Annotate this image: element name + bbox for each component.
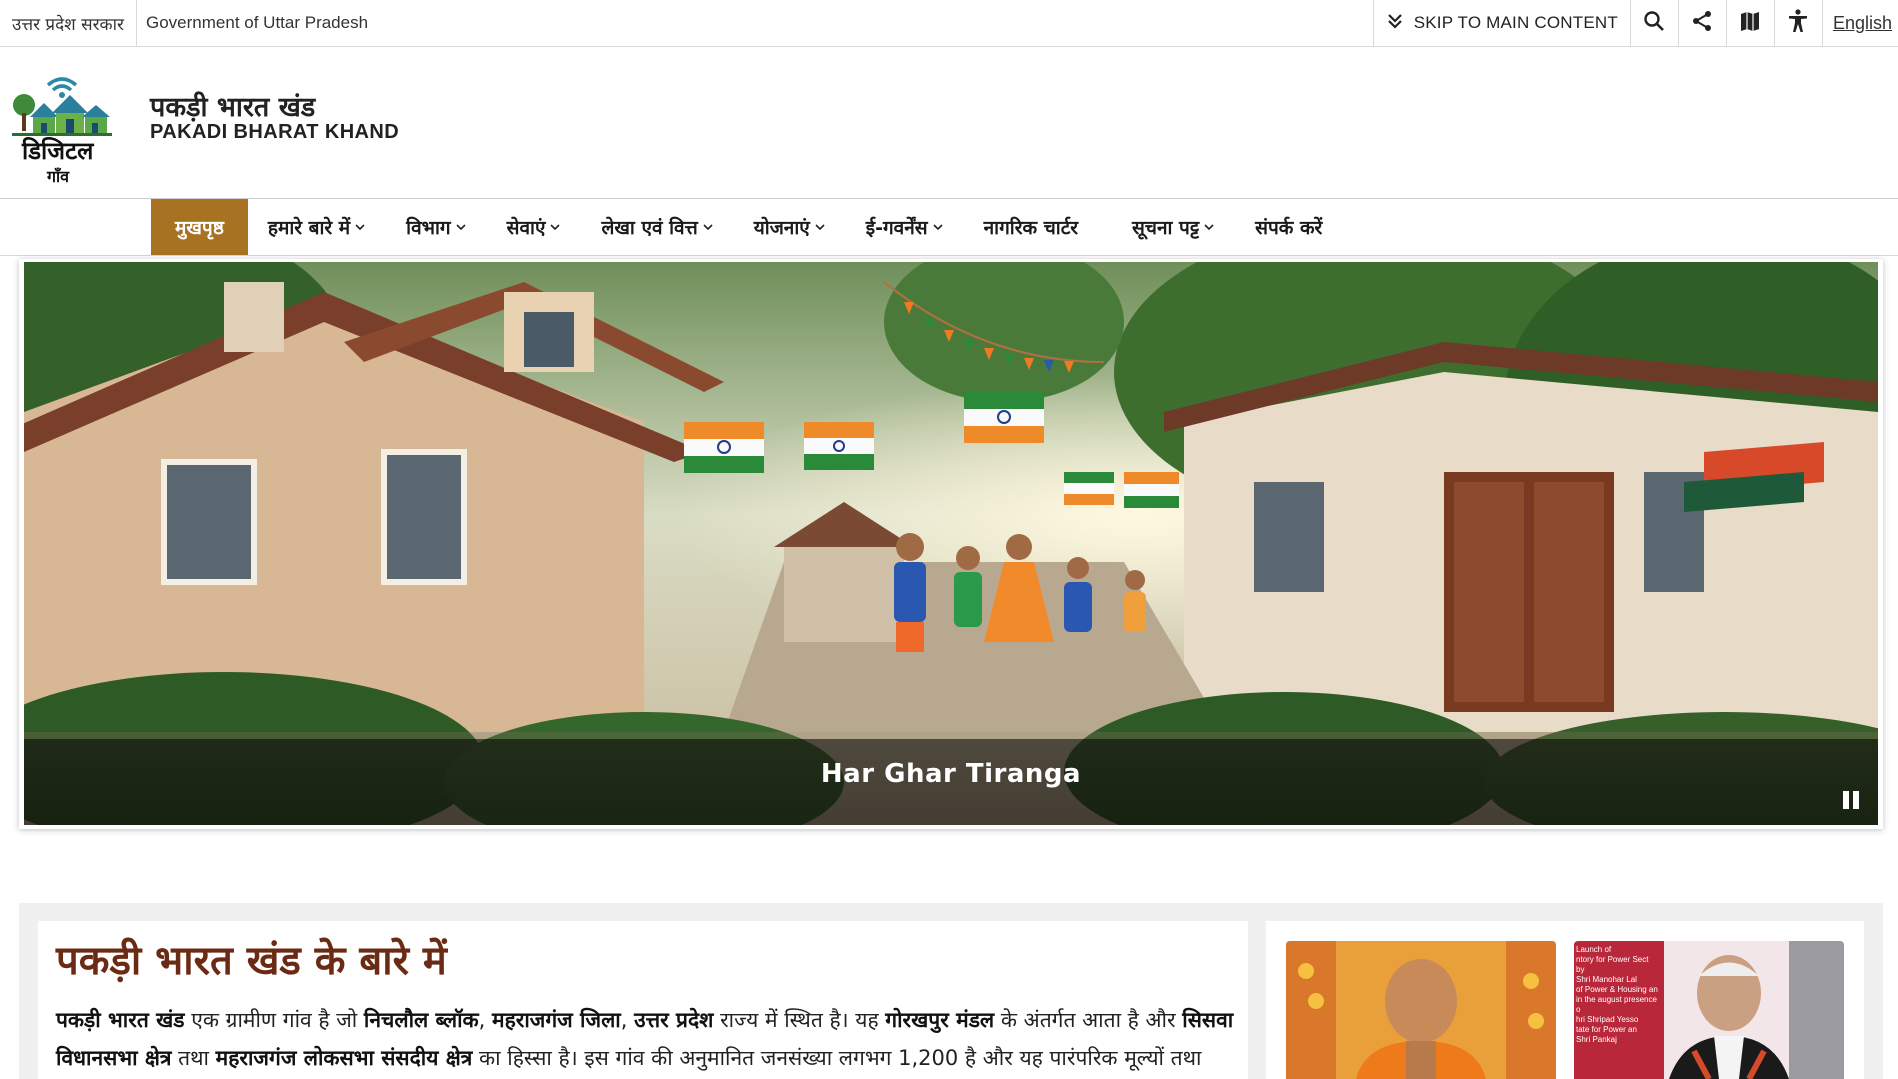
banner-text: Launch of ntory for Power Sect by Shri Mano… bbox=[1576, 945, 1662, 1045]
nav-item-1[interactable]: हमारे बारे में bbox=[248, 199, 386, 255]
nav-item-3[interactable]: सेवाएं bbox=[487, 199, 582, 255]
chevron-down-icon bbox=[1203, 221, 1215, 233]
district-name: महराजगंज जिला bbox=[492, 1008, 621, 1032]
search-icon bbox=[1643, 10, 1665, 36]
nav-item-label: हमारे बारे में bbox=[267, 217, 351, 239]
double-chevron-down-icon bbox=[1386, 12, 1404, 35]
sitemap-button[interactable] bbox=[1725, 0, 1774, 46]
hero-slide-image: Har Ghar Tiranga bbox=[24, 262, 1878, 825]
accessibility-icon bbox=[1787, 9, 1809, 37]
banner-text-line: in the august presence o bbox=[1576, 995, 1657, 1014]
nav-item-label: सूचना पट्ट bbox=[1132, 217, 1200, 239]
village-name: पकड़ी भारत खंड bbox=[56, 1008, 185, 1032]
hero-carousel: Har Ghar Tiranga bbox=[19, 259, 1883, 829]
language-toggle-link[interactable]: English bbox=[1821, 0, 1898, 46]
nav-item-label: लेखा एवं वित्त bbox=[601, 217, 698, 239]
banner-text-line: Shri Manohar Lal bbox=[1576, 975, 1637, 984]
state-name: उत्तर प्रदेश bbox=[634, 1008, 714, 1032]
block-name: निचलौल ब्लॉक bbox=[363, 1008, 479, 1032]
nav-item-0[interactable]: मुखपृष्ठ bbox=[151, 199, 248, 255]
nav-item-2[interactable]: विभाग bbox=[386, 199, 486, 255]
nav-item-8[interactable]: सूचना पट्ट bbox=[1112, 199, 1235, 255]
nav-item-4[interactable]: लेखा एवं वित्त bbox=[581, 199, 733, 255]
nav-item-5[interactable]: योजनाएं bbox=[734, 199, 846, 255]
banner-text-line: ntory for Power Sect bbox=[1576, 955, 1649, 964]
digital-gaon-logo[interactable]: डिजिटल गाँव bbox=[8, 69, 116, 186]
chevron-down-icon bbox=[932, 221, 944, 233]
nav-item-label: सेवाएं bbox=[506, 217, 546, 239]
logo-subtext: गाँव bbox=[47, 167, 70, 186]
top-utility-bar: उत्तर प्रदेश सरकार Government of Uttar P… bbox=[0, 0, 1898, 47]
mandal-name: गोरखपुर मंडल bbox=[885, 1008, 995, 1032]
carousel-pause-button[interactable] bbox=[1838, 789, 1864, 815]
pause-icon bbox=[1840, 789, 1862, 815]
search-button[interactable] bbox=[1629, 0, 1678, 46]
banner-text-line: of Power & Housing an bbox=[1576, 985, 1658, 994]
state-government-label-hindi: उत्तर प्रदेश सरकार bbox=[0, 0, 137, 46]
banner-text-line: hri Shripad Yesso bbox=[1576, 1015, 1639, 1024]
chevron-down-icon bbox=[702, 221, 714, 233]
nav-item-label: विभाग bbox=[406, 217, 451, 239]
banner-text-line: Shri Pankaj bbox=[1576, 1035, 1617, 1044]
nav-item-6[interactable]: ई-गवर्नेंस bbox=[846, 199, 964, 255]
nav-item-label: संपर्क करें bbox=[1255, 217, 1323, 239]
share-icon bbox=[1691, 10, 1713, 36]
chevron-down-icon bbox=[455, 221, 467, 233]
chevron-down-icon bbox=[814, 221, 826, 233]
site-header: डिजिटल गाँव पकड़ी भारत खंड PAKADI BHARAT… bbox=[0, 47, 1898, 199]
village-wifi-logo-icon bbox=[12, 77, 112, 136]
nav-item-label: योजनाएं bbox=[753, 217, 810, 239]
share-button[interactable] bbox=[1677, 0, 1726, 46]
chevron-down-icon bbox=[354, 221, 366, 233]
nav-item-7[interactable]: नागरिक चार्टर bbox=[964, 199, 1098, 255]
logo-text: डिजिटल bbox=[22, 137, 94, 165]
about-paragraph: पकड़ी भारत खंड एक ग्रामीण गांव है जो निच… bbox=[56, 1008, 1234, 1070]
banner-text-line: tate for Power an bbox=[1576, 1025, 1637, 1034]
site-title-english[interactable]: PAKADI BHARAT KHAND bbox=[150, 121, 399, 144]
leader-portrait-1 bbox=[1286, 941, 1556, 1079]
about-village-card: पकड़ी भारत खंड के बारे में पकड़ी भारत खं… bbox=[38, 921, 1248, 1079]
nav-item-label: मुखपृष्ठ bbox=[175, 217, 224, 239]
loksabha-name: महराजगंज लोकसभा संसदीय क्षेत्र bbox=[215, 1046, 473, 1070]
sitemap-icon bbox=[1739, 10, 1761, 36]
site-title-hindi[interactable]: पकड़ी भारत खंड bbox=[150, 87, 315, 124]
minister-photo[interactable]: Launch of ntory for Power Sect by Shri Mano… bbox=[1574, 941, 1844, 1079]
nav-item-9[interactable]: संपर्क करें bbox=[1235, 199, 1342, 255]
banner-text-line: by bbox=[1576, 965, 1585, 974]
skip-label: SKIP TO MAIN CONTENT bbox=[1413, 13, 1618, 32]
leaders-photo-card: Launch of ntory for Power Sect by Shri Mano… bbox=[1266, 921, 1864, 1079]
skip-to-main-content-link[interactable]: SKIP TO MAIN CONTENT bbox=[1372, 0, 1630, 46]
banner-text-line: Launch of bbox=[1576, 945, 1612, 954]
nav-item-label: नागरिक चार्टर bbox=[983, 217, 1079, 239]
nav-item-label: ई-गवर्नेंस bbox=[865, 217, 928, 239]
utility-tools: SKIP TO MAIN CONTENT English bbox=[1372, 0, 1898, 46]
accessibility-button[interactable] bbox=[1773, 0, 1822, 46]
state-government-label-english: Government of Uttar Pradesh bbox=[146, 13, 369, 32]
chief-minister-photo[interactable] bbox=[1286, 941, 1556, 1079]
main-navigation: मुखपृष्ठ हमारे बारे में विभाग सेवाएं लेखा एव… bbox=[0, 199, 1898, 256]
nav-menu: मुखपृष्ठ हमारे बारे में विभाग सेवाएं लेखा एव… bbox=[151, 199, 1342, 255]
chevron-down-icon bbox=[549, 221, 561, 233]
about-heading: पकड़ी भारत खंड के बारे में bbox=[56, 938, 447, 984]
slide-caption: Har Ghar Tiranga bbox=[820, 759, 1082, 789]
